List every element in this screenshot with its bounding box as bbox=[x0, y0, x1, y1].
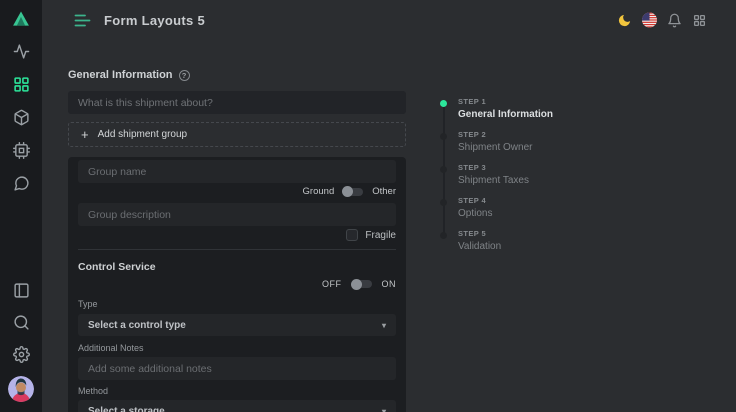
type-label: Type bbox=[78, 300, 396, 309]
step-label: STEP 2 bbox=[458, 131, 553, 139]
search-icon[interactable] bbox=[13, 314, 30, 331]
method-label: Method bbox=[78, 387, 396, 396]
chevron-down-icon: ▾ bbox=[382, 321, 386, 330]
step-dot-active bbox=[440, 100, 447, 107]
help-icon[interactable]: ? bbox=[179, 70, 190, 81]
switch-knob bbox=[351, 279, 362, 290]
sidebar bbox=[0, 0, 42, 412]
fragile-label: Fragile bbox=[365, 230, 396, 241]
header-actions bbox=[617, 13, 707, 28]
on-label: ON bbox=[382, 279, 397, 289]
ground-other-switch[interactable] bbox=[343, 188, 363, 196]
chat-bubble-icon[interactable] bbox=[13, 175, 30, 192]
ground-label: Ground bbox=[303, 186, 335, 197]
section-heading: General Information ? bbox=[68, 70, 406, 81]
form-stepper: STEP 1 General Information STEP 2 Shipme… bbox=[440, 70, 553, 412]
step-label: STEP 1 bbox=[458, 98, 553, 106]
step-dot bbox=[440, 133, 447, 140]
step-title: Shipment Owner bbox=[458, 142, 553, 153]
storage-method-select[interactable]: Select a storage ▾ bbox=[78, 400, 396, 412]
page-title: Form Layouts 5 bbox=[104, 13, 205, 28]
stepper-step-3[interactable]: STEP 3 Shipment Taxes bbox=[440, 164, 553, 186]
chevron-down-icon: ▾ bbox=[382, 407, 386, 412]
app-logo-icon[interactable] bbox=[11, 9, 31, 29]
off-label: OFF bbox=[322, 279, 342, 289]
shipment-about-input[interactable] bbox=[68, 91, 406, 114]
control-type-select-value: Select a control type bbox=[88, 320, 186, 331]
control-type-select[interactable]: Select a control type ▾ bbox=[78, 314, 396, 336]
user-avatar[interactable] bbox=[8, 376, 34, 402]
step-dot bbox=[440, 199, 447, 206]
step-title: Shipment Taxes bbox=[458, 175, 553, 186]
fragile-row: Fragile bbox=[78, 229, 396, 241]
add-shipment-group-label: Add shipment group bbox=[98, 129, 188, 140]
step-title: Validation bbox=[458, 241, 553, 252]
control-service-heading: Control Service bbox=[78, 262, 396, 273]
ground-other-toggle-row: Ground Other bbox=[78, 185, 396, 198]
cpu-icon[interactable] bbox=[13, 142, 30, 159]
page-content: General Information ? + Add shipment gro… bbox=[42, 40, 736, 412]
stepper-step-4[interactable]: STEP 4 Options bbox=[440, 197, 553, 219]
other-label: Other bbox=[372, 186, 396, 197]
step-label: STEP 4 bbox=[458, 197, 553, 205]
step-title: Options bbox=[458, 208, 553, 219]
layout-panel-icon[interactable] bbox=[13, 282, 30, 299]
additional-notes-input[interactable] bbox=[78, 357, 396, 380]
card-divider bbox=[78, 249, 396, 250]
step-label: STEP 5 bbox=[458, 230, 553, 238]
additional-notes-label: Additional Notes bbox=[78, 344, 396, 353]
stepper-step-2[interactable]: STEP 2 Shipment Owner bbox=[440, 131, 553, 153]
gear-icon[interactable] bbox=[13, 346, 30, 363]
step-dot bbox=[440, 232, 447, 239]
group-description-input[interactable] bbox=[78, 203, 396, 226]
step-label: STEP 3 bbox=[458, 164, 553, 172]
top-header: Form Layouts 5 bbox=[42, 0, 736, 40]
grid-layouts-icon[interactable] bbox=[13, 76, 30, 93]
app-window: Form Layouts 5 General Inf bbox=[0, 0, 736, 412]
step-dot bbox=[440, 166, 447, 173]
switch-knob bbox=[342, 186, 353, 197]
main-area: Form Layouts 5 General Inf bbox=[42, 0, 736, 412]
plus-icon: + bbox=[81, 128, 89, 141]
stepper-step-1[interactable]: STEP 1 General Information bbox=[440, 98, 553, 120]
grid-apps-icon[interactable] bbox=[692, 13, 707, 28]
sidebar-toggle-menu-icon[interactable] bbox=[74, 13, 91, 28]
step-title: General Information bbox=[458, 109, 553, 120]
fragile-checkbox[interactable] bbox=[346, 229, 358, 241]
us-flag-language-icon[interactable] bbox=[642, 13, 657, 28]
stepper-step-5[interactable]: STEP 5 Validation bbox=[440, 230, 553, 252]
shipment-group-card: Ground Other Fragile Control Service OFF bbox=[68, 157, 406, 412]
off-on-toggle-row: OFF ON bbox=[78, 278, 396, 290]
cube-icon[interactable] bbox=[13, 109, 30, 126]
shipment-form: General Information ? + Add shipment gro… bbox=[68, 70, 406, 412]
storage-method-select-value: Select a storage bbox=[88, 406, 165, 412]
section-heading-text: General Information bbox=[68, 70, 173, 81]
activity-icon[interactable] bbox=[13, 43, 30, 60]
bell-notifications-icon[interactable] bbox=[667, 13, 682, 28]
add-shipment-group-button[interactable]: + Add shipment group bbox=[68, 122, 406, 147]
moon-theme-icon[interactable] bbox=[617, 13, 632, 28]
group-name-input[interactable] bbox=[78, 160, 396, 183]
off-on-switch[interactable] bbox=[352, 280, 372, 288]
